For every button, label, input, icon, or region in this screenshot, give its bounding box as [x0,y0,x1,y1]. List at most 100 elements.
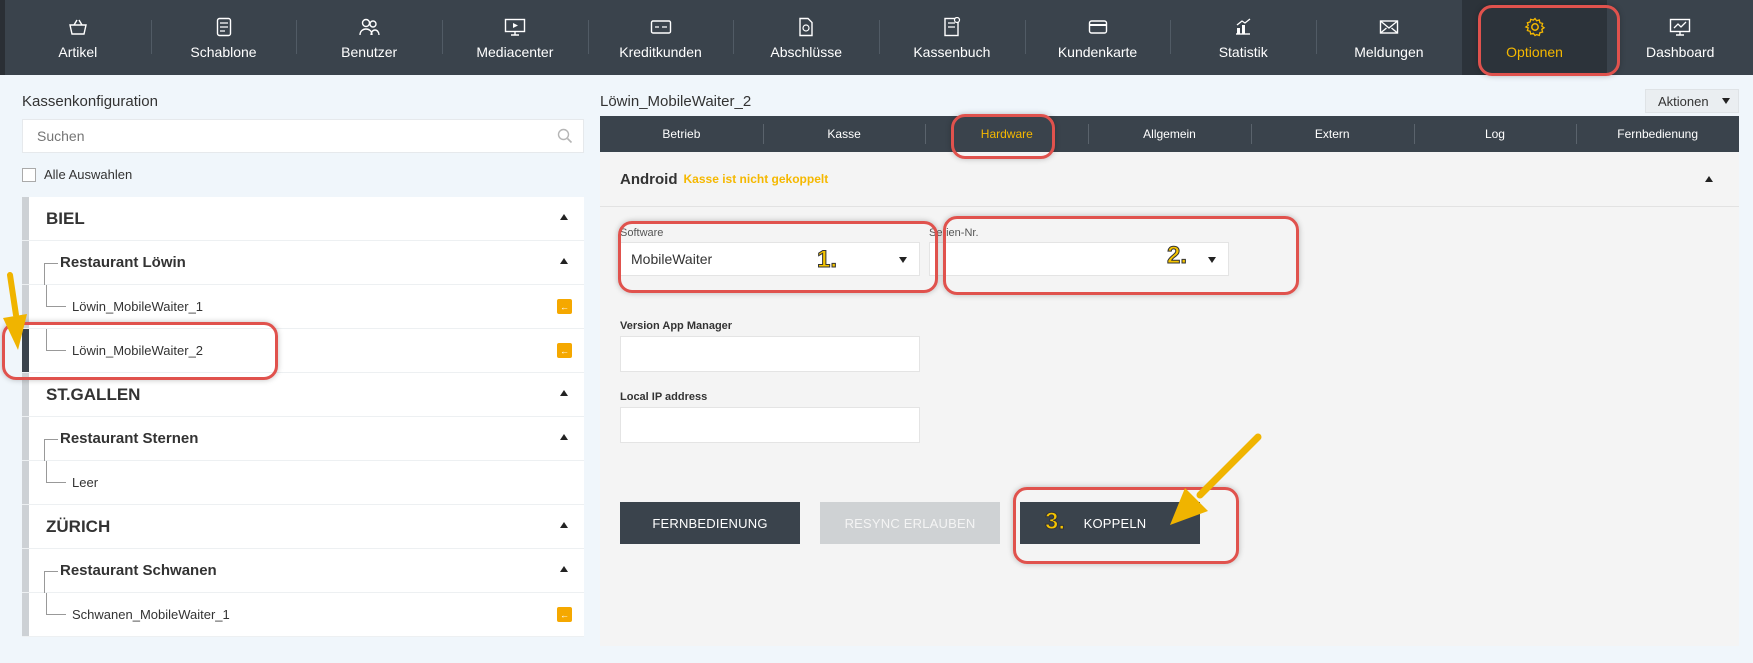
tree-line [46,285,66,307]
device-tag-icon: ← [557,607,572,622]
collapse-caret-icon[interactable] [560,566,568,572]
tree-row-marker [22,549,29,592]
version-label: Version App Manager [620,320,733,332]
nav-label: Dashboard [1645,43,1715,60]
tree-label: Restaurant Sternen [60,430,199,447]
dropdown-arrow-icon [1722,98,1730,104]
actions-dropdown[interactable]: Aktionen [1645,89,1739,113]
nav-label: Abschlüsse [770,43,842,60]
nav-item-schablone[interactable]: Schablone [150,0,297,75]
highlight-hardware-tab [951,114,1055,159]
tab-allgemein[interactable]: Allgemein [1088,116,1251,152]
select-all[interactable]: Alle Auswahlen [22,167,132,182]
highlight-mw2 [2,322,278,380]
collapse-caret-icon[interactable] [560,258,568,264]
tree-row-marker [22,593,29,636]
coupling-status: Kasse ist nicht gekoppelt [683,172,829,186]
nav-item-meldungen[interactable]: Meldungen [1316,0,1462,75]
nav-label: Meldungen [1354,43,1424,60]
nav-item-abschluesse[interactable]: Abschlüsse [733,0,879,75]
tab-fernbedienung[interactable]: Fernbedienung [1576,116,1739,152]
ip-field[interactable] [620,407,920,443]
nav-label: Schablone [190,43,257,60]
envelope-icon [1378,16,1400,38]
basket-icon [67,16,89,38]
nav-label: Kreditkunden [619,43,702,60]
nav-item-kassenbuch[interactable]: Kassenbuch [879,0,1025,75]
tree-row-marker [22,197,29,240]
collapse-caret-icon[interactable] [560,522,568,528]
tree-row-marker [22,241,29,284]
tree-label: ST.GALLEN [46,384,141,404]
tree-sub-restaurant-sternen[interactable]: Restaurant Sternen [22,417,584,461]
nav-label: Kundenkarte [1057,43,1138,60]
tree-leaf-leer[interactable]: Leer [22,461,584,505]
settings-tabs: Betrieb Kasse Hardware Allgemein Extern … [600,116,1739,152]
tree-line [44,263,58,285]
nav-label: Kassenbuch [913,43,991,60]
report-icon [795,16,817,38]
tree-label: Schwanen_MobileWaiter_1 [72,607,230,622]
search-input[interactable] [35,127,535,145]
tree-group-biel[interactable]: BIEL [22,197,584,241]
tree-sub-restaurant-loewin[interactable]: Restaurant Löwin [22,241,584,285]
version-field[interactable] [620,336,920,372]
collapse-caret-icon[interactable] [560,214,568,220]
tab-betrieb[interactable]: Betrieb [600,116,763,152]
nav-item-benutzer[interactable]: Benutzer [296,0,442,75]
resync-button[interactable]: RESYNC ERLAUBEN [820,502,1000,544]
tree-row-marker [22,461,29,504]
tree-line [44,571,58,593]
tree-row-marker [22,505,29,548]
tree-label: Restaurant Schwanen [60,562,217,579]
nav-label: Artikel [58,43,98,60]
tree-line [46,461,66,483]
highlight-optionen [1478,5,1620,76]
remote-control-button[interactable]: FERNBEDIENUNG [620,502,800,544]
nav-item-kreditkunden[interactable]: Kreditkunden [587,0,734,75]
ip-label: Local IP address [620,391,708,403]
highlight-serial [943,216,1299,295]
register-tree: BIEL Restaurant Löwin Löwin_MobileWaiter… [22,197,584,637]
register-title: Löwin_MobileWaiter_2 [600,93,752,110]
tree-line [44,439,58,461]
nav-item-kundenkarte[interactable]: Kundenkarte [1024,0,1171,75]
section-title: Android [620,170,678,188]
chart-icon [1232,16,1254,38]
nav-item-dashboard[interactable]: Dashboard [1607,0,1753,75]
device-tag-icon: ← [557,299,572,314]
nav-item-statistik[interactable]: Statistik [1170,0,1316,75]
nav-label: Statistik [1218,43,1268,60]
tree-leaf-schwanen-mw1[interactable]: Schwanen_MobileWaiter_1 ← [22,593,584,637]
step-number-2: 2. [1166,242,1188,270]
collapse-caret-icon[interactable] [1705,176,1713,182]
nav-item-mediacenter[interactable]: Mediacenter [442,0,588,75]
cashbook-icon [941,16,963,38]
monitor-icon [504,16,526,38]
search-icon[interactable] [557,128,573,147]
tab-kasse[interactable]: Kasse [762,116,926,152]
nav-label: Mediacenter [476,43,554,60]
section-header[interactable]: Android Kasse ist nicht gekoppelt [600,152,1739,207]
collapse-caret-icon[interactable] [560,434,568,440]
card-icon [1087,16,1109,38]
detail-panel: Löwin_MobileWaiter_2 Aktionen Betrieb Ka… [590,75,1753,663]
actions-label: Aktionen [1658,93,1709,109]
search-box[interactable] [22,119,584,153]
users-icon [358,16,380,38]
collapse-caret-icon[interactable] [560,390,568,396]
tree-label: ZÜRICH [46,516,111,536]
nav-item-artikel[interactable]: Artikel [5,0,151,75]
credit-card-icon [650,16,672,38]
tree-label: BIEL [46,208,85,228]
step-number-1: 1. [816,246,838,274]
step-number-3: 3. [1044,508,1066,536]
tree-line [46,593,66,615]
tab-extern[interactable]: Extern [1250,116,1414,152]
select-all-checkbox[interactable] [22,167,36,182]
tree-sub-restaurant-schwanen[interactable]: Restaurant Schwanen [22,549,584,593]
dashboard-icon [1669,16,1691,38]
tree-group-zuerich[interactable]: ZÜRICH [22,505,584,549]
tab-log[interactable]: Log [1413,116,1577,152]
panel-title: Kassenkonfiguration [22,93,158,110]
